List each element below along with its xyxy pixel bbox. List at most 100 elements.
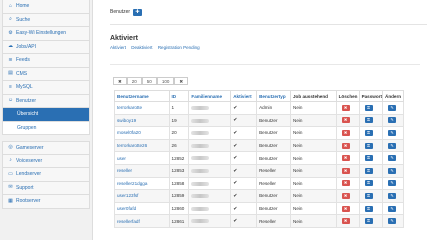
delete-button[interactable]: ✖ [341,142,350,149]
job-pending: Nein [290,101,337,115]
edit-button[interactable]: ✎ [388,205,396,212]
password-button[interactable]: ⚿ [364,180,373,187]
redacted-name [191,169,210,174]
col-user-type[interactable]: Benutzertyp [256,90,291,102]
pager-50[interactable]: 50 [141,77,157,85]
table-row: reseller21dgga 12858 ✔ Reseller Nein ✖ ⚿ ✎ [114,176,404,191]
sidebar-item-benutzer[interactable]: ☺ Benutzer [2,94,90,108]
password-button[interactable]: ⚿ [364,155,373,162]
sidebar-item-label: CMS [16,70,28,77]
table-row: user 12852 ✔ Benutzer Nein ✖ ⚿ ✎ [114,151,404,165]
password-button[interactable]: ⚿ [364,129,373,136]
active-check: ✔ [230,113,258,128]
cloud-icon: ☁ [8,43,13,50]
sidebar-item-easy-wi-einstellungen[interactable]: ⚙ Easy-Wi Einstellungen [2,27,90,41]
sidebar-item-gruppen[interactable]: Gruppen [2,121,90,135]
edit-button[interactable]: ✎ [388,142,396,149]
family-name [188,176,232,191]
password-button[interactable]: ⚿ [364,205,373,212]
col-active[interactable]: Aktiviert [230,90,258,102]
job-pending: Nein [290,201,337,216]
edit-button[interactable]: ✎ [388,218,396,225]
username-link[interactable]: swiboy19 [117,118,136,123]
pager-last[interactable]: ✖ [174,77,189,85]
sidebar-item-support[interactable]: ✉ Support [2,181,90,195]
user-id: 26 [168,138,190,153]
family-name [188,101,232,115]
password-button[interactable]: ⚿ [364,142,373,149]
password-button[interactable]: ⚿ [364,192,373,199]
edit-button[interactable]: ✎ [388,192,396,199]
home-icon: ⌂ [8,2,13,9]
family-name [188,189,232,203]
password-button[interactable]: ⚿ [364,117,373,124]
username-link[interactable]: mosel0fa20 [117,130,141,135]
user-type: Benutzer [256,201,291,216]
delete-button[interactable]: ✖ [341,218,350,225]
col-id[interactable]: ID [168,90,190,102]
pager-20[interactable]: 20 [126,77,142,85]
edit-button[interactable]: ✎ [388,155,396,162]
username-link[interactable]: reseller21dgga [117,181,147,186]
add-user-button[interactable]: ✚ [133,8,143,16]
col-family-name[interactable]: Familienname [188,90,232,102]
username-link[interactable]: user0fafd [117,206,136,211]
username-link[interactable]: terrorkarotte [117,105,142,110]
sidebar-item-jobs-api[interactable]: ☁ Jobs/API [2,40,90,54]
table-row: user0fafd 12860 ✔ Benutzer Nein ✖ ⚿ ✎ [114,201,404,216]
username-link[interactable]: resellerfadf [117,219,140,224]
sidebar-item-rootserver[interactable]: ▦ Rootserver [2,195,90,209]
filter-deactivated[interactable]: Deaktiviert [131,45,152,50]
sidebar-item-gameserver[interactable]: ◎ Gameserver [2,141,90,155]
user-type: Benutzer [256,126,291,140]
delete-button[interactable]: ✖ [341,117,350,124]
delete-button[interactable]: ✖ [341,192,350,199]
sidebar-item-home[interactable]: ⌂ Home [2,0,90,14]
edit-button[interactable]: ✎ [388,167,396,174]
active-check: ✔ [230,163,258,178]
username-link[interactable]: terrorkarotte26 [117,143,147,148]
password-button[interactable]: ⚿ [364,218,373,225]
password-button[interactable]: ⚿ [364,104,373,111]
sidebar-item-feeds[interactable]: ≋ Feeds [2,54,90,68]
active-check: ✔ [230,101,258,115]
col-job-pending: Job ausstehend [290,90,337,102]
col-delete: Löschen [335,90,360,102]
user-id: 20 [168,126,190,140]
sidebar-item-voiceserver[interactable]: ♪ Voiceserver [2,154,90,168]
col-edit: Ändern [382,90,404,102]
microphone-icon: ♪ [9,157,12,164]
sidebar-item-übersicht[interactable]: Übersicht [2,108,90,122]
sidebar-item-suche[interactable]: ⌕ Suche [2,13,90,27]
sidebar-item-mysql[interactable]: ≡ MySQL [2,81,90,95]
username-link[interactable]: reseller [117,168,132,173]
col-username[interactable]: Benutzername [114,90,170,102]
filter-registration-pending[interactable]: Registration Pending [158,45,200,50]
edit-button[interactable]: ✎ [388,117,396,124]
sidebar-item-label: Feeds [16,57,30,64]
family-name [188,214,232,228]
delete-button[interactable]: ✖ [341,129,350,136]
user-type: Reseller [256,214,291,228]
pager-first[interactable]: ✖ [113,77,127,85]
delete-button[interactable]: ✖ [341,104,350,111]
edit-button[interactable]: ✎ [388,180,396,187]
delete-button[interactable]: ✖ [341,167,350,174]
rss-icon: ≋ [8,56,13,63]
delete-button[interactable]: ✖ [341,205,350,212]
username-link[interactable]: user [117,156,126,161]
password-button[interactable]: ⚿ [364,167,373,174]
user-type: Benutzer [256,151,291,165]
delete-button[interactable]: ✖ [341,155,350,162]
sidebar-item-cms[interactable]: ▤ CMS [2,67,90,81]
edit-button[interactable]: ✎ [388,129,396,136]
user-type: Benutzer [256,113,291,128]
edit-button[interactable]: ✎ [388,104,396,111]
pager-100[interactable]: 100 [156,77,175,85]
filter-activated[interactable]: Aktiviert [110,45,126,50]
delete-button[interactable]: ✖ [341,180,350,187]
sidebar-item-lendserver[interactable]: ▭ Lendserver [2,168,90,182]
sidebar: ⌂ Home ⌕ Suche ⚙ Easy-Wi Einstellungen ☁ Jobs/A… [0,0,93,240]
sidebar-item-label: Benutzer [16,97,37,104]
username-link[interactable]: user123fsf [117,193,138,198]
